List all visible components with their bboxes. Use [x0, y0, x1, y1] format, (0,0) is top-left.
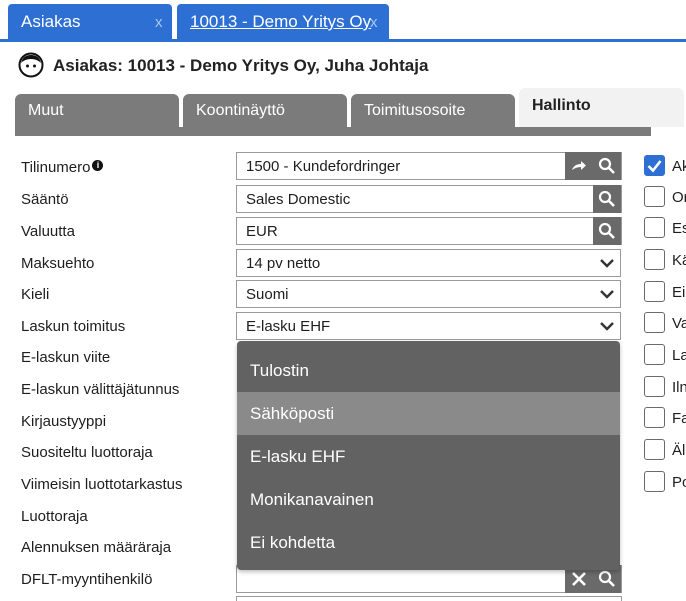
tab-hallinto[interactable]: Hallinto	[519, 88, 684, 127]
close-icon[interactable]: x	[370, 14, 378, 31]
label-luottoraja: Luottoraja	[21, 508, 88, 525]
laskun-toimitus-select[interactable]: E-lasku EHF	[236, 312, 621, 340]
checkbox-label: Kä	[672, 252, 686, 269]
saanto-field[interactable]: Sales Domestic	[236, 185, 622, 213]
checkbox-label: Or	[672, 189, 686, 206]
checkbox-label: Va	[672, 315, 686, 332]
doc-tab-demo-yritys[interactable]: 10013 - Demo Yritys Oy x	[177, 4, 389, 41]
close-icon[interactable]: x	[155, 14, 163, 31]
option-label: Monikanavainen	[250, 490, 374, 509]
tab-muut[interactable]: Muut	[15, 94, 179, 127]
field-value: EUR	[246, 223, 278, 240]
tab-label: Koontinäyttö	[196, 102, 285, 119]
doc-tab-label: 10013 - Demo Yritys Oy	[190, 12, 372, 31]
tab-label: Muut	[28, 102, 64, 119]
chevron-down-icon	[600, 290, 614, 299]
label-elaskun-viite: E-laskun viite	[21, 349, 111, 366]
dropdown-option-sahkoposti[interactable]: Sähköposti	[237, 392, 620, 435]
dropdown-option-monikanavainen[interactable]: Monikanavainen	[237, 478, 620, 521]
label-viimeisin-luottotarkastus: Viimeisin luottotarkastus	[21, 476, 183, 493]
option-label: E-lasku EHF	[250, 447, 346, 466]
tab-koontinaytto[interactable]: Koontinäyttö	[183, 94, 347, 127]
checkbox-la[interactable]	[644, 344, 665, 365]
label-dflt-myyntihenkilo: DFLT-myyntihenkilö	[21, 571, 153, 588]
checkbox-label: Fa	[672, 410, 686, 427]
label-text: Tilinumero	[21, 159, 91, 176]
checkbox-ka[interactable]	[644, 249, 665, 270]
label-kieli: Kieli	[21, 286, 50, 303]
close-icon	[572, 572, 586, 586]
checkbox-label: Ei	[672, 284, 686, 301]
checkbox-iln[interactable]	[644, 376, 665, 397]
search-button[interactable]	[593, 217, 621, 245]
tab-label: Hallinto	[532, 97, 591, 114]
arrow-right-icon	[572, 161, 586, 170]
kieli-select[interactable]: Suomi	[236, 280, 621, 308]
checkbox-va[interactable]	[644, 312, 665, 333]
page-title: Asiakas: 10013 - Demo Yritys Oy, Juha Jo…	[53, 56, 429, 75]
option-label: Tulostin	[250, 361, 309, 380]
tab-label: Toimitusosoite	[364, 102, 466, 119]
checkbox-label: Es	[672, 220, 686, 237]
document-tab-bar: Asiakas x 10013 - Demo Yritys Oy x	[0, 0, 686, 41]
field-value: 1500 - Kundefordringer	[246, 158, 401, 175]
search-button[interactable]	[593, 185, 621, 213]
label-maksuehto: Maksuehto	[21, 255, 95, 272]
app-window: { "doc_tabs": [ {"label": "Asiakas", "cl…	[0, 0, 686, 601]
option-label: Sähköposti	[250, 404, 335, 423]
label-alennuksen-maararaja: Alennuksen määräraja	[21, 539, 172, 556]
doc-tab-label: Asiakas	[21, 12, 81, 31]
chevron-down-icon	[600, 259, 614, 268]
checkbox-label: Iln	[672, 379, 686, 396]
dropdown-option-ei-kohdetta[interactable]: Ei kohdetta	[237, 521, 620, 564]
label-laskun-toimitus: Laskun toimitus	[21, 318, 126, 335]
field-value: Sales Domestic	[246, 191, 351, 208]
search-icon	[598, 157, 615, 174]
doc-tab-asiakas[interactable]: Asiakas x	[8, 4, 172, 41]
checkbox-po[interactable]	[644, 471, 665, 492]
search-icon	[598, 570, 615, 587]
checkmark-icon	[647, 160, 662, 173]
checkbox-ei[interactable]	[644, 281, 665, 302]
label-saanto: Sääntö	[21, 191, 69, 208]
checkbox-fa[interactable]	[644, 407, 665, 428]
search-icon	[598, 190, 615, 207]
checkbox-label: Äl	[672, 442, 686, 459]
option-label: Ei kohdetta	[250, 533, 336, 552]
maksuehto-select[interactable]: 14 pv netto	[236, 249, 621, 277]
dropdown-option-elasku-ehf[interactable]: E-lasku EHF	[237, 435, 620, 478]
field-value: 14 pv netto	[246, 255, 321, 272]
checkbox-label: La	[672, 347, 686, 364]
search-icon	[598, 222, 615, 239]
label-tilinumero: Tilinumero i	[21, 159, 104, 176]
dropdown-option-tulostin[interactable]: Tulostin	[237, 349, 620, 392]
user-face-icon	[18, 52, 44, 78]
label-kirjaustyyppi: Kirjaustyyppi	[21, 413, 107, 430]
field-value: Suomi	[246, 286, 289, 303]
laskun-toimitus-dropdown: Tulostin Sähköposti E-lasku EHF Monikana…	[237, 341, 620, 570]
checkbox-label: Ak	[672, 158, 686, 175]
goto-button[interactable]	[565, 152, 593, 180]
tilinumero-field[interactable]: 1500 - Kundefordringer	[236, 152, 622, 180]
label-elaskun-valittaja: E-laskun välittäjätunnus	[21, 381, 180, 398]
valuutta-field[interactable]: EUR	[236, 217, 622, 245]
tab-bar-divider	[15, 127, 651, 136]
info-icon[interactable]: i	[92, 160, 104, 171]
checkbox-ak[interactable]	[644, 155, 665, 176]
tab-toimitusosoite[interactable]: Toimitusosoite	[351, 94, 515, 127]
checkbox-al[interactable]	[644, 439, 665, 460]
checkbox-es[interactable]	[644, 217, 665, 238]
next-field[interactable]	[236, 596, 622, 601]
search-button[interactable]	[593, 152, 621, 180]
label-suositeltu-luottoraja: Suositeltu luottoraja	[21, 444, 153, 461]
field-value: E-lasku EHF	[246, 318, 331, 335]
label-valuutta: Valuutta	[21, 223, 75, 240]
checkbox-label: Po	[672, 474, 686, 491]
chevron-down-icon	[600, 322, 614, 331]
checkbox-or[interactable]	[644, 186, 665, 207]
